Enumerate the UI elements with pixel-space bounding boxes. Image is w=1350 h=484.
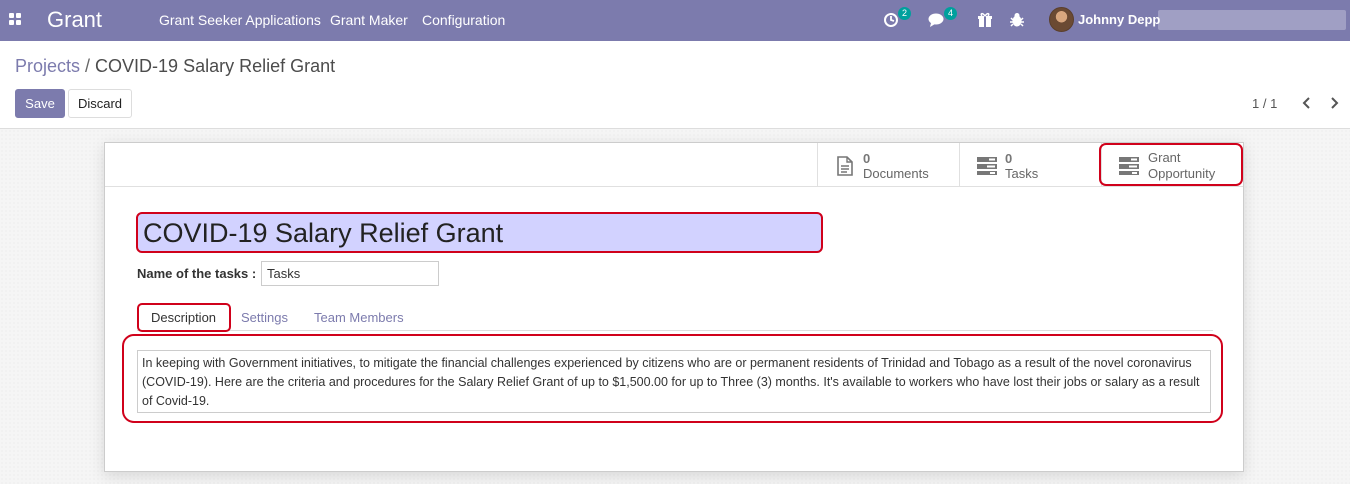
description-field[interactable]: In keeping with Government initiatives, … <box>137 350 1211 413</box>
documents-smart-button[interactable]: 0 Documents <box>817 143 959 186</box>
tasks-smart-button[interactable]: 0 Tasks <box>959 143 1101 186</box>
menu-configuration[interactable]: Configuration <box>422 12 505 28</box>
project-title-field[interactable]: COVID-19 Salary Relief Grant <box>136 212 823 253</box>
messages-badge: 4 <box>944 7 957 20</box>
top-navbar: Grant Grant Seeker Applications Grant Ma… <box>0 0 1350 41</box>
pager-value: 1 / 1 <box>1252 96 1278 111</box>
breadcrumb-separator: / <box>85 56 91 76</box>
tasks-icon <box>977 157 997 175</box>
save-button[interactable]: Save <box>15 89 65 118</box>
activity-icon[interactable]: 2 <box>882 7 911 30</box>
bug-icon[interactable] <box>1008 10 1028 30</box>
documents-count: 0 <box>863 151 871 166</box>
grant-opportunity-highlight <box>1099 143 1243 186</box>
button-box-divider <box>105 186 1243 187</box>
tab-description-label: Description <box>151 310 217 325</box>
tasks-name-input[interactable] <box>261 261 439 286</box>
breadcrumb-projects[interactable]: Projects <box>15 56 80 76</box>
pager-previous-icon[interactable] <box>1298 93 1316 113</box>
menu-grant-maker[interactable]: Grant Maker <box>330 12 408 28</box>
redacted-area <box>1158 10 1346 30</box>
app-brand[interactable]: Grant <box>47 7 102 33</box>
gift-icon[interactable] <box>976 10 996 30</box>
project-title: COVID-19 Salary Relief Grant <box>143 218 504 248</box>
breadcrumb: Projects / COVID-19 Salary Relief Grant <box>15 56 335 77</box>
messages-icon[interactable]: 4 <box>928 7 957 30</box>
tasks-name-label: Name of the tasks : <box>137 266 257 281</box>
tab-team-members[interactable]: Team Members <box>314 310 404 325</box>
tasks-count: 0 <box>1005 151 1013 166</box>
file-text-icon <box>837 156 853 176</box>
menu-grant-seeker-applications[interactable]: Grant Seeker Applications <box>159 12 321 28</box>
user-avatar[interactable] <box>1049 7 1074 32</box>
activity-badge: 2 <box>898 7 911 20</box>
breadcrumb-current: COVID-19 Salary Relief Grant <box>95 56 336 76</box>
documents-label: Documents <box>863 166 929 181</box>
tasks-label: Tasks <box>1005 166 1039 181</box>
pager-next-icon[interactable] <box>1325 93 1343 113</box>
tab-description[interactable]: Description <box>137 303 231 332</box>
tabs-divider <box>137 330 1213 331</box>
tab-settings[interactable]: Settings <box>241 310 288 325</box>
discard-button[interactable]: Discard <box>68 89 132 118</box>
apps-menu-icon[interactable] <box>9 13 23 27</box>
user-name[interactable]: Johnny Depp <box>1078 12 1160 27</box>
